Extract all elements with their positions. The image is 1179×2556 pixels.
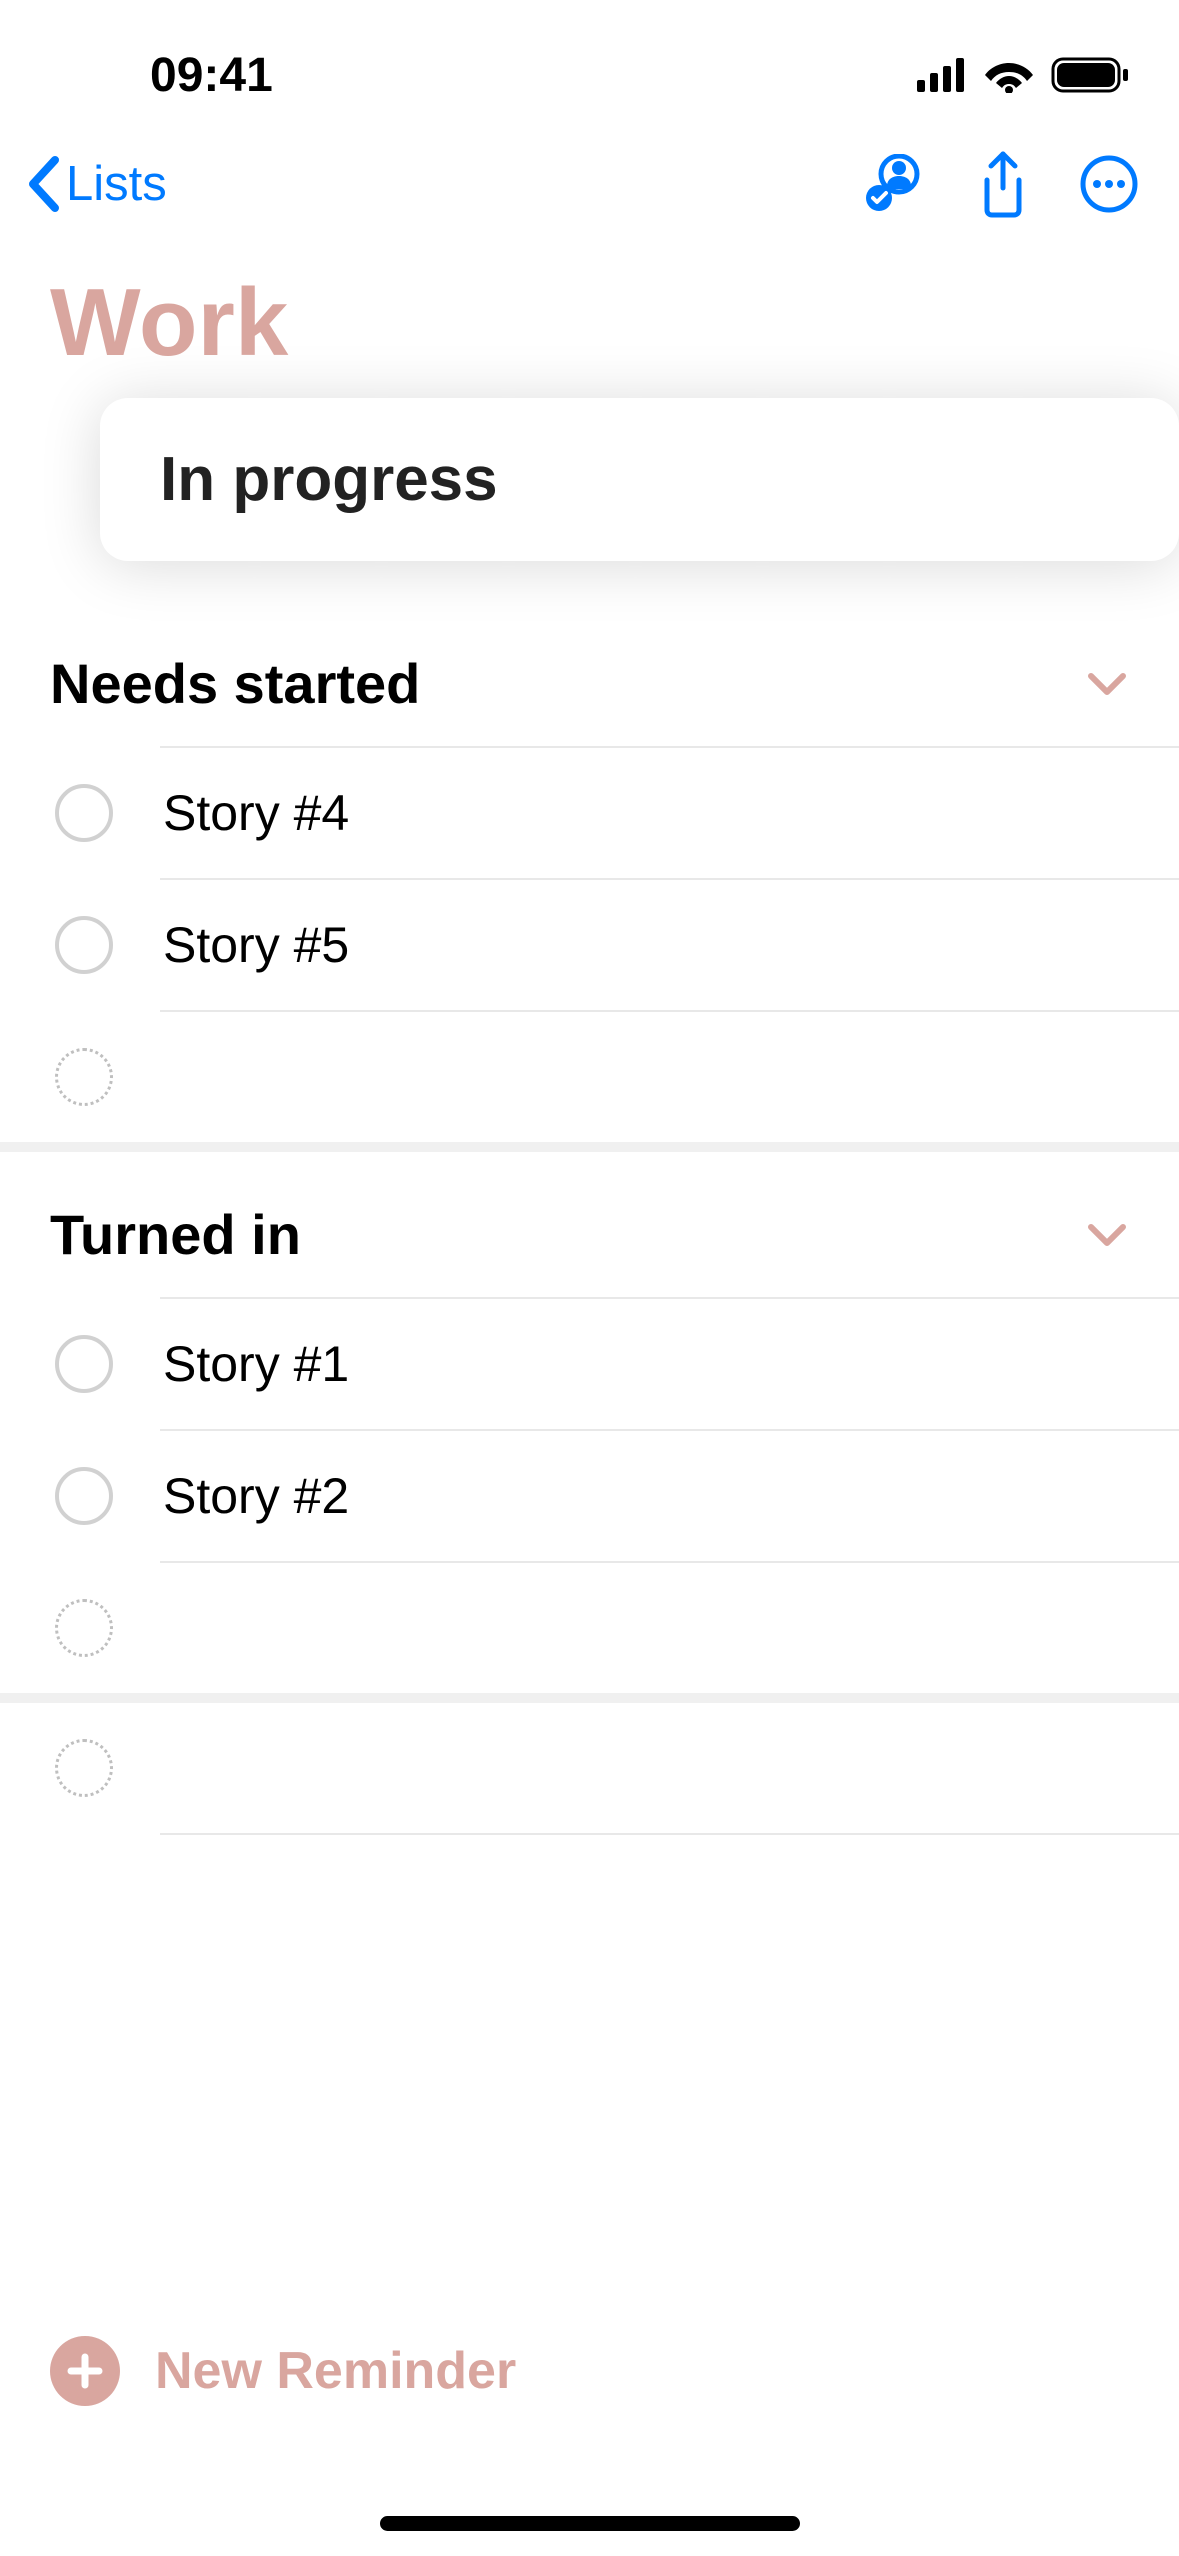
reminder-label: Story #4 [163,784,349,842]
person-badge-icon [863,154,927,214]
wifi-icon [985,57,1033,93]
ellipsis-circle-icon [1079,154,1139,214]
nav-bar: Lists [0,120,1179,248]
chevron-down-icon [1085,670,1129,698]
reminder-row-empty[interactable] [0,1563,1179,1693]
reminder-row[interactable]: Story #2 [0,1431,1179,1561]
section-title: Needs started [50,651,420,716]
status-icons [917,57,1129,93]
reminder-row[interactable]: Story #1 [0,1299,1179,1429]
cellular-icon [917,58,967,92]
back-button[interactable]: Lists [25,156,167,212]
reminder-checkbox-placeholder[interactable] [55,1599,113,1657]
home-indicator[interactable] [380,2516,800,2531]
chevron-left-icon [25,156,61,212]
reminder-checkbox[interactable] [55,784,113,842]
reminder-checkbox-placeholder[interactable] [55,1739,113,1797]
reminder-checkbox[interactable] [55,916,113,974]
share-people-button[interactable] [863,154,927,214]
section-title: Turned in [50,1202,301,1267]
reminder-row[interactable]: Story #4 [0,748,1179,878]
reminder-checkbox[interactable] [55,1467,113,1525]
status-bar: 09:41 [0,0,1179,120]
back-label: Lists [66,156,167,212]
in-progress-label: In progress [160,444,1119,515]
new-reminder-button[interactable]: New Reminder [0,2306,1179,2436]
list-title: Work [0,248,1179,398]
reminder-checkbox-placeholder[interactable] [55,1048,113,1106]
chevron-down-icon [1085,1221,1129,1249]
in-progress-card[interactable]: In progress [100,398,1179,561]
reminder-label: Story #5 [163,916,349,974]
reminder-row[interactable]: Story #5 [0,880,1179,1010]
section-divider [0,1693,1179,1703]
reminder-checkbox[interactable] [55,1335,113,1393]
section-header-turned-in[interactable]: Turned in [0,1152,1179,1297]
reminder-row-empty[interactable] [0,1703,1179,1833]
new-reminder-label: New Reminder [155,2341,516,2401]
share-button[interactable] [977,150,1029,218]
share-icon [977,150,1029,218]
more-button[interactable] [1079,154,1139,214]
section-header-needs-started[interactable]: Needs started [0,601,1179,746]
plus-circle-icon [50,2336,120,2406]
reminder-label: Story #2 [163,1467,349,1525]
status-time: 09:41 [150,48,273,103]
reminder-label: Story #1 [163,1335,349,1393]
section-divider [0,1142,1179,1152]
reminder-row-empty[interactable] [0,1012,1179,1142]
battery-icon [1051,57,1129,93]
